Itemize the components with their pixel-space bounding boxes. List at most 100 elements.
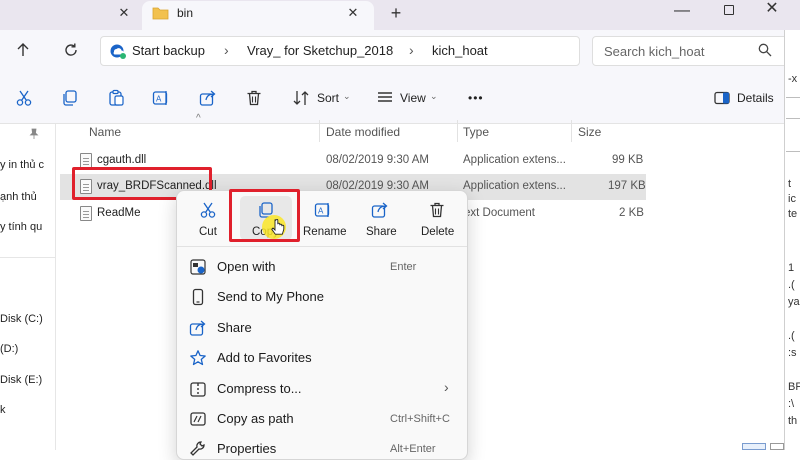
svg-text:A: A (156, 95, 162, 104)
file-type: Application extens... (463, 180, 566, 192)
rename-icon[interactable]: A (314, 201, 332, 219)
column-header-type[interactable]: Type (463, 125, 489, 139)
breadcrumb-kich-hoat[interactable]: kich_hoat (432, 43, 488, 58)
open-with-icon (190, 259, 206, 275)
copy-path-icon (190, 412, 206, 426)
breadcrumb-separator-icon[interactable]: › (224, 42, 229, 58)
background-text: BF (788, 381, 800, 393)
delete-icon[interactable] (245, 89, 263, 107)
nav-item-network[interactable]: k (0, 404, 6, 416)
share-icon[interactable] (371, 201, 389, 219)
background-text: .( (788, 279, 795, 291)
mouse-cursor-icon (271, 219, 285, 235)
tiles-view-toggle[interactable] (770, 443, 784, 450)
nav-divider (0, 257, 56, 258)
nav-item-pinned-1[interactable]: y in thủ c (0, 159, 44, 171)
cut-button[interactable]: Cut (199, 226, 217, 238)
sort-chevron-up-icon: ^ (196, 113, 201, 124)
star-icon (190, 350, 206, 366)
column-separator[interactable] (571, 120, 572, 142)
details-pane-icon[interactable] (713, 89, 731, 107)
menu-item-compress[interactable]: Compress to... (217, 381, 302, 396)
column-header-name[interactable]: Name (89, 125, 121, 139)
svg-text:A: A (318, 207, 324, 216)
copy-icon[interactable] (61, 89, 79, 107)
background-text: 1 (788, 262, 795, 274)
column-header-date[interactable]: Date modified (326, 125, 400, 139)
column-separator[interactable] (457, 120, 458, 142)
details-view-toggle[interactable] (742, 443, 766, 450)
menu-item-open-with[interactable]: Open with (217, 259, 276, 274)
refresh-icon[interactable] (62, 41, 80, 59)
menu-item-share[interactable]: Share (217, 320, 252, 335)
details-button[interactable]: Details (737, 91, 774, 105)
background-text: :s (788, 347, 797, 359)
share-icon[interactable] (199, 89, 217, 107)
shortcut-text: Alt+Enter (390, 443, 436, 455)
onedrive-backup-icon (110, 44, 126, 59)
phone-icon (192, 288, 204, 306)
search-placeholder: Search kich_hoat (604, 44, 705, 59)
view-icon[interactable] (376, 89, 394, 107)
background-line (786, 151, 800, 152)
chevron-down-icon: ⌄ (430, 91, 438, 101)
file-type: Application extens... (463, 154, 566, 166)
nav-item-pinned-2[interactable]: ạnh thủ (0, 191, 37, 203)
pin-icon (29, 128, 39, 139)
nav-drive-d[interactable]: (D:) (0, 343, 18, 355)
rename-button[interactable]: Rename (303, 226, 346, 238)
up-arrow-icon[interactable] (14, 41, 32, 59)
shortcut-text: Enter (390, 261, 417, 273)
rename-icon[interactable]: A (152, 89, 170, 107)
background-text: th (788, 415, 798, 427)
background-text: t (788, 178, 792, 190)
delete-button[interactable]: Delete (421, 226, 454, 238)
nav-item-pinned-3[interactable]: y tính qu (0, 221, 42, 233)
file-date: 08/02/2019 9:30 AM (326, 154, 429, 166)
menu-item-copy-as-path[interactable]: Copy as path (217, 411, 294, 426)
sort-button[interactable]: Sort (317, 91, 339, 105)
new-tab-icon[interactable]: + (386, 3, 406, 23)
breadcrumb-vray[interactable]: Vray_ for Sketchup_2018 (247, 43, 393, 58)
background-text: ic (788, 193, 796, 205)
nav-drive-e[interactable]: Disk (E:) (0, 374, 42, 386)
tab-title: bin (177, 6, 194, 20)
previous-tab-close-icon[interactable]: ✕ (116, 5, 132, 21)
share-icon (189, 320, 206, 336)
background-line (786, 97, 800, 98)
breadcrumb-separator-icon[interactable]: › (409, 42, 414, 58)
window-close-icon[interactable]: ✕ (760, 0, 784, 20)
nav-drive-c[interactable]: Disk (C:) (0, 313, 43, 325)
file-size: 99 KB (612, 154, 644, 166)
shortcut-text: Ctrl+Shift+C (390, 413, 450, 425)
navigation-pane (0, 124, 56, 450)
file-name[interactable]: ReadMe (97, 207, 140, 219)
submenu-chevron-icon: › (444, 379, 449, 395)
minimize-icon[interactable]: — (670, 2, 694, 22)
share-button[interactable]: Share (366, 226, 397, 238)
wrench-icon (190, 441, 205, 456)
background-text: te (788, 208, 798, 220)
more-options-button[interactable]: ••• (468, 91, 484, 105)
file-name[interactable]: cgauth.dll (97, 154, 146, 166)
background-line (786, 118, 800, 119)
view-button[interactable]: View (400, 91, 426, 105)
sort-icon[interactable] (292, 89, 310, 107)
maximize-icon[interactable] (720, 2, 740, 22)
folder-icon (152, 7, 169, 20)
scissors-icon[interactable] (199, 201, 217, 219)
trash-icon[interactable] (428, 201, 446, 219)
menu-item-send-to-phone[interactable]: Send to My Phone (217, 289, 324, 304)
background-text: .( (788, 330, 795, 342)
menu-item-properties[interactable]: Properties (217, 441, 276, 456)
paste-icon[interactable] (107, 89, 125, 107)
file-icon (80, 153, 92, 168)
file-icon (80, 206, 92, 221)
cut-icon[interactable] (15, 89, 33, 107)
menu-item-add-to-favorites[interactable]: Add to Favorites (217, 350, 312, 365)
column-header-size[interactable]: Size (578, 125, 601, 139)
search-icon[interactable] (758, 43, 772, 57)
column-separator[interactable] (319, 120, 320, 142)
tab-close-icon[interactable]: ✕ (345, 5, 361, 21)
breadcrumb-start-backup[interactable]: Start backup (132, 43, 205, 58)
